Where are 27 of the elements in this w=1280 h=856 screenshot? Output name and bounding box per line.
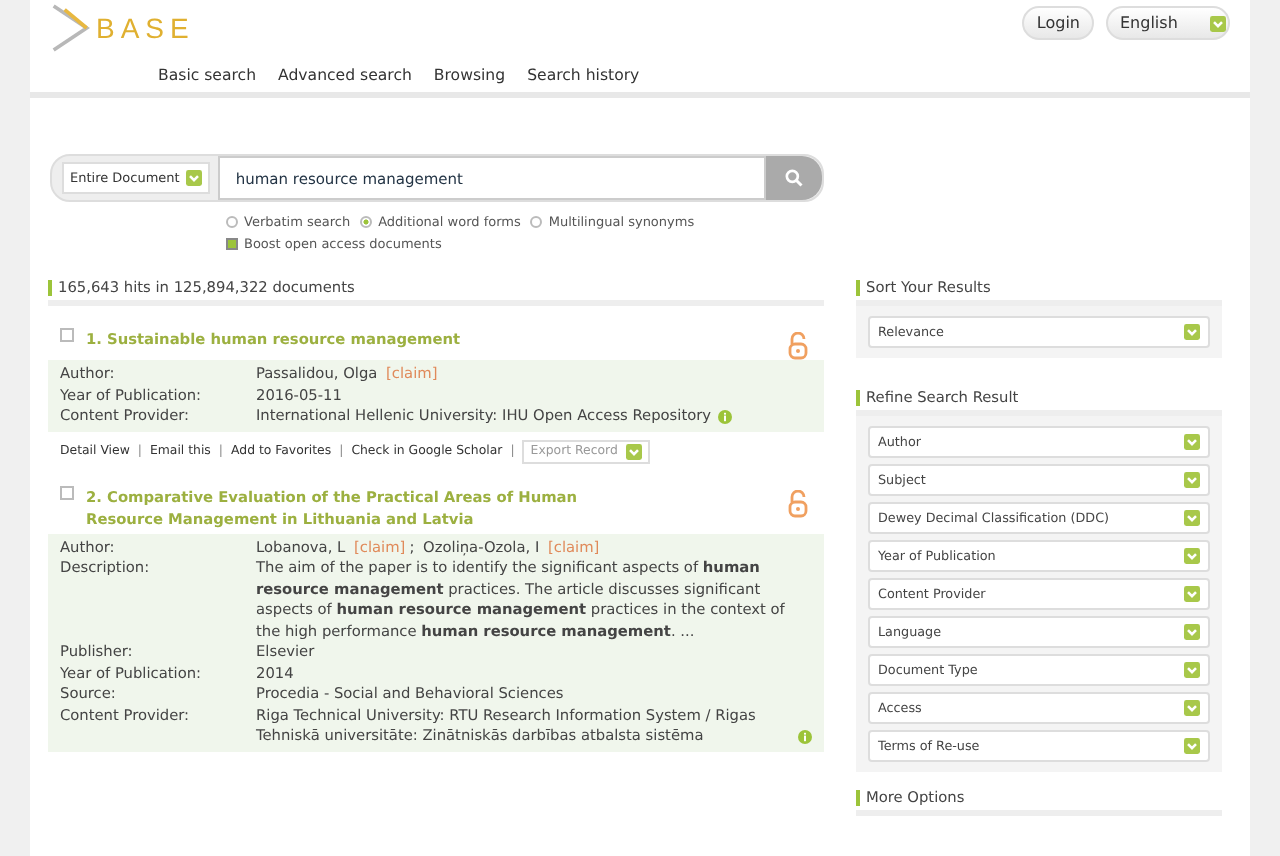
radio-button[interactable] [530,215,543,227]
info-icon [717,409,732,423]
checkbox[interactable] [60,485,74,499]
radio-button[interactable] [360,215,373,227]
dropdown-arrow-icon [185,170,202,186]
checkbox[interactable] [60,328,74,342]
dropdown-arrow-icon [1184,738,1200,754]
search-button[interactable] [766,156,822,200]
dropdown-arrow-icon [1184,624,1200,640]
search-icon [784,168,804,188]
dropdown-arrow-icon [625,443,642,459]
dropdown-arrow-icon [1184,586,1200,602]
checkbox[interactable] [226,237,238,249]
chevron-logo-icon [50,2,94,54]
dropdown-arrow-icon [1184,472,1200,488]
radio-button[interactable] [226,215,238,227]
dropdown-arrow-icon [1184,548,1200,564]
dropdown-arrow-icon [1184,510,1200,526]
dropdown-arrow-icon [1184,700,1200,716]
language-selector[interactable]: English [1106,6,1230,40]
dropdown-arrow-icon [1184,434,1200,450]
logo-text: BASE [96,12,195,44]
login-button[interactable]: Login [1022,6,1094,40]
dropdown-arrow-icon [1184,324,1200,340]
info-icon [798,729,812,743]
dropdown-arrow-icon [1184,662,1200,678]
dropdown-arrow-icon [1209,15,1226,31]
